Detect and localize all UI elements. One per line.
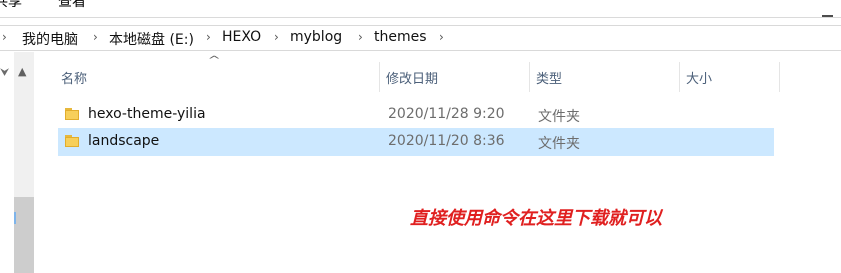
- navigation-scrollbar[interactable]: ▲: [14, 52, 34, 273]
- breadcrumb-item-my-computer[interactable]: 我的电脑: [22, 29, 78, 49]
- chevron-right-icon[interactable]: ›: [358, 30, 363, 44]
- address-bar[interactable]: › 我的电脑 › 本地磁盘 (E:) › HEXO › myblog › the…: [0, 25, 841, 51]
- pin-icon[interactable]: ⮟: [0, 66, 9, 80]
- file-type: 文件夹: [538, 109, 580, 125]
- chevron-right-icon[interactable]: ›: [274, 30, 279, 44]
- ribbon: 共享 查看: [0, 0, 841, 18]
- file-row-selected[interactable]: landscape 2020/11/20 8:36 文件夹: [58, 128, 774, 156]
- file-type: 文件夹: [538, 136, 580, 152]
- file-row[interactable]: hexo-theme-yilia 2020/11/28 9:20 文件夹: [58, 101, 774, 129]
- ribbon-divider: [0, 17, 841, 18]
- chevron-right-icon[interactable]: ›: [439, 30, 444, 44]
- chevron-right-icon[interactable]: ›: [2, 30, 7, 44]
- nav-selection-accent: [14, 212, 16, 224]
- ribbon-collapse-indicator[interactable]: [822, 15, 833, 17]
- file-name: hexo-theme-yilia: [88, 106, 206, 122]
- breadcrumb-item-myblog[interactable]: myblog: [290, 29, 342, 45]
- scrollbar-thumb[interactable]: [14, 197, 34, 273]
- column-header-type[interactable]: 类型: [530, 62, 680, 92]
- folder-icon: [65, 108, 79, 120]
- breadcrumb-item-local-disk[interactable]: 本地磁盘 (E:): [109, 29, 194, 49]
- breadcrumb-item-themes[interactable]: themes: [374, 29, 427, 45]
- ribbon-tab-share[interactable]: 共享: [0, 0, 22, 11]
- file-date: 2020/11/20 8:36: [388, 133, 505, 149]
- breadcrumb-item-hexo[interactable]: HEXO: [222, 29, 261, 45]
- chevron-right-icon[interactable]: ›: [93, 30, 98, 44]
- column-header-date[interactable]: 修改日期: [380, 62, 530, 92]
- chevron-right-icon[interactable]: ›: [206, 30, 211, 44]
- scroll-up-icon[interactable]: ▲: [18, 65, 26, 78]
- column-header-size[interactable]: 大小: [680, 62, 780, 92]
- ribbon-tab-view[interactable]: 查看: [58, 0, 86, 11]
- annotation-text: 直接使用命令在这里下载就可以: [410, 208, 662, 229]
- column-header-name[interactable]: 名称: [55, 62, 380, 92]
- column-divider[interactable]: [779, 62, 780, 92]
- file-date: 2020/11/28 9:20: [388, 106, 505, 122]
- folder-icon: [65, 135, 79, 147]
- file-name: landscape: [88, 133, 160, 149]
